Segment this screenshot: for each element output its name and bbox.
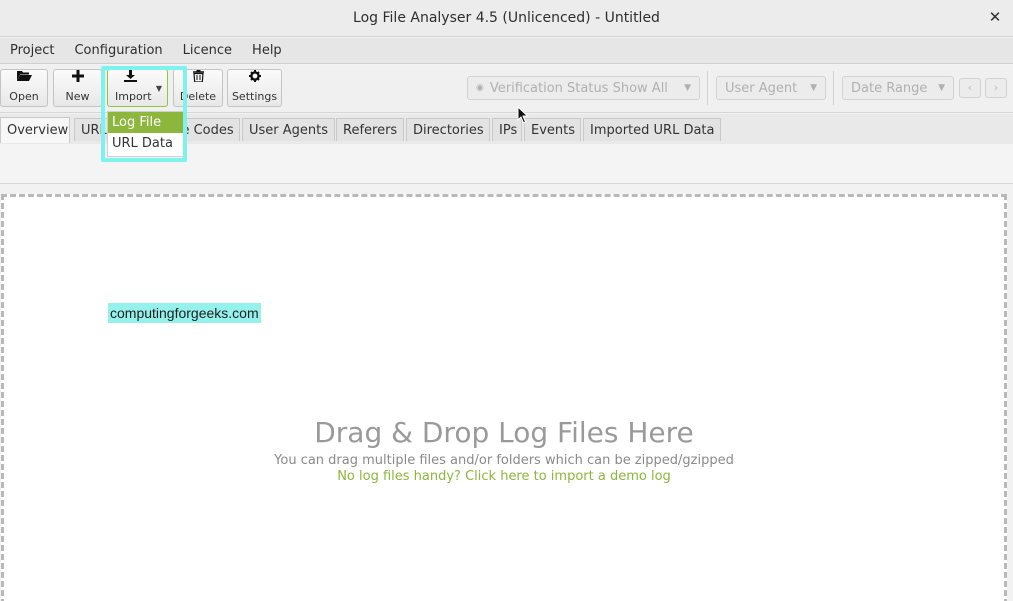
tab-user-agents[interactable]: User Agents [242,118,335,141]
tab-directories[interactable]: Directories [406,118,490,141]
delete-label: Delete [179,90,217,103]
tab-events[interactable]: Events [524,118,581,141]
date-range-dropdown[interactable]: Date Range ▼ [842,76,954,100]
import-label: Import [115,90,152,103]
menu-bar: Project Configuration Licence Help [0,38,1013,64]
open-button[interactable]: Open [0,69,48,107]
chevron-down-icon: ▼ [938,83,945,93]
toolbar: Open New Import ▼ Delete Settings ◉ Veri… [0,65,1013,113]
chevron-down-icon[interactable]: ▼ [156,84,162,93]
status-dot-icon: ◉ [476,83,484,93]
user-agent-label: User Agent [725,80,798,96]
window-title: Log File Analyser 4.5 (Unlicenced) - Unt… [353,10,660,26]
menu-licence[interactable]: Licence [173,43,242,58]
chevron-down-icon: ▼ [684,83,691,93]
chevron-right-icon[interactable]: › [985,78,1007,98]
drop-zone[interactable] [1,194,1007,601]
tab-imported-url-data[interactable]: Imported URL Data [583,118,721,141]
gear-icon [248,70,261,86]
drop-zone-title: Drag & Drop Log Files Here [314,416,694,449]
chevron-down-icon: ▼ [810,83,817,93]
delete-button[interactable]: Delete [173,69,223,107]
mouse-cursor-icon [517,106,529,124]
import-menu: Log File URL Data [107,111,185,157]
title-bar: Log File Analyser 4.5 (Unlicenced) - Unt… [0,0,1013,37]
tab-referers[interactable]: Referers [336,118,404,141]
menu-item-log-file[interactable]: Log File [108,112,184,133]
download-icon [124,70,137,86]
drop-zone-subtitle: You can drag multiple files and/or folde… [274,453,734,468]
settings-label: Settings [231,90,278,103]
close-icon[interactable]: ✕ [987,9,1003,25]
chevron-left-icon[interactable]: ‹ [959,78,981,98]
menu-project[interactable]: Project [0,43,64,58]
folder-open-icon [16,70,32,86]
new-label: New [65,90,90,103]
import-demo-log-link[interactable]: No log files handy? Click here to import… [0,469,1008,484]
watermark-text: computingforgeeks.com [108,303,261,323]
menu-help[interactable]: Help [242,43,292,58]
verification-status-dropdown[interactable]: ◉ Verification Status Show All ▼ [467,76,700,100]
menu-item-url-data[interactable]: URL Data [108,133,184,154]
plus-icon [71,70,84,86]
verification-status-label: Verification Status Show All [489,80,668,96]
user-agent-dropdown[interactable]: User Agent ▼ [716,76,826,100]
import-button[interactable]: Import ▼ [107,69,168,107]
date-range-label: Date Range [851,80,928,96]
toolbar-divider [707,71,708,105]
trash-icon [192,70,204,86]
settings-button[interactable]: Settings [227,69,282,107]
tab-overview[interactable]: Overview [0,117,70,143]
open-label: Open [9,90,39,103]
toolbar-divider [833,71,834,105]
menu-configuration[interactable]: Configuration [64,43,172,58]
new-button[interactable]: New [53,69,102,107]
